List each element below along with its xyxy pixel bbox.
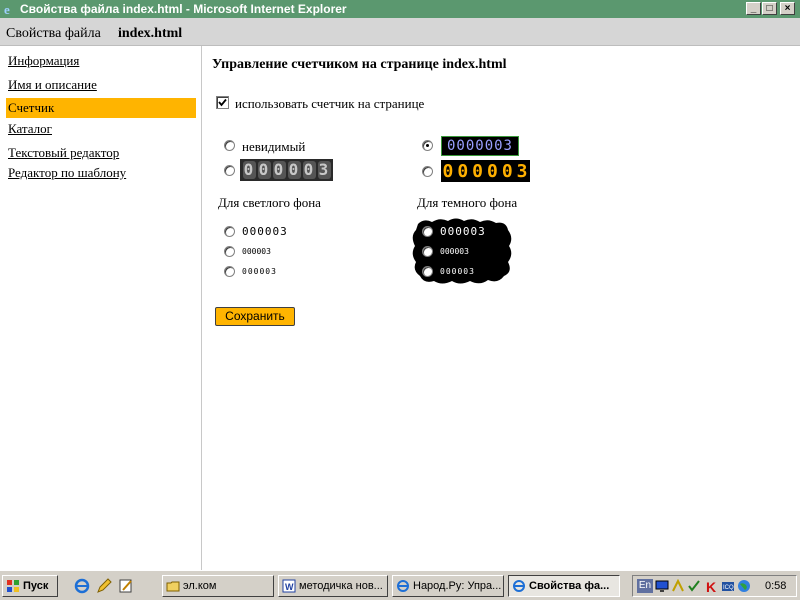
counter-gray-preview: 000003 [240,159,333,181]
save-button[interactable]: Сохранить [215,307,295,326]
taskbar-button-properties[interactable]: Свойства фа... [508,575,620,597]
monitor-icon[interactable] [655,579,669,593]
page-title: Управление счетчиком на странице index.h… [212,57,507,72]
radio-blue-counter[interactable] [422,140,433,151]
sidebar-item-name-description[interactable]: Имя и описание [6,75,196,95]
svg-text:ICQ: ICQ [723,585,734,591]
radio-light-large[interactable] [224,226,235,237]
ie-icon [513,580,525,592]
taskbar-button-folder[interactable]: эл.ком [162,575,274,597]
digit: 3 [317,160,331,179]
digit: 0 [287,160,301,179]
ie-icon: e [4,2,10,16]
taskbar-button-word[interactable]: W методичка нов... [278,575,388,597]
sidebar-item-text-editor[interactable]: Текстовый редактор [6,143,196,163]
digit: 3 [516,160,529,182]
sidebar-item-label: Имя и описание [8,77,97,92]
digit: 0 [501,160,514,182]
pencil-icon[interactable] [96,578,112,594]
close-button[interactable]: × [780,2,795,15]
radio-dark-medium[interactable] [422,246,433,257]
counter-orange-preview: 000003 [441,160,530,182]
radio-light-small[interactable] [224,266,235,277]
window-title: Свойства файла index.html - Microsoft In… [20,2,347,16]
sidebar-item-label: Информация [8,53,80,68]
mini-counter-large: 000003 [242,225,288,238]
digit: 0 [257,160,271,179]
radio-orange-counter[interactable] [422,166,433,177]
digit: 0 [472,160,484,182]
sidebar-item-label: Счетчик [8,100,55,115]
minimize-button[interactable]: _ [746,2,761,15]
digit: 0 [442,160,455,182]
sidebar-item-label: Текстовый редактор [8,145,120,160]
start-button[interactable]: Пуск [2,575,58,597]
taskbar-button-narod[interactable]: Народ.Ру: Упра... [392,575,504,597]
sidebar-item-template-editor[interactable]: Редактор по шаблону [6,163,196,183]
mini-counter-dark-small: 000003 [440,267,475,276]
main-panel: Управление счетчиком на странице index.h… [202,46,800,570]
use-counter-label: использовать счетчик на странице [235,96,425,111]
ie-icon [397,580,409,592]
sidebar: Информация Имя и описание Счетчик Катало… [0,46,202,570]
check-icon[interactable] [687,579,701,593]
sidebar-item-catalog[interactable]: Каталог [6,119,196,139]
taskbar-button-label: Свойства фа... [529,580,610,592]
system-tray: En K ICQ 0:58 [632,575,797,597]
sidebar-item-info[interactable]: Информация [6,51,196,71]
dark-bg-label: Для темного фона [417,195,518,210]
radio-light-medium[interactable] [224,246,235,257]
digit: 0 [457,160,470,182]
radio-dark-large[interactable] [422,226,433,237]
word-icon: W [282,579,296,593]
mini-counter-dark-large: 000003 [440,225,486,238]
ie-icon[interactable] [74,578,90,594]
radio-dark-small[interactable] [422,266,433,277]
kaspersky-icon[interactable]: K [705,579,719,593]
taskbar-button-label: эл.ком [183,580,217,592]
sidebar-item-label: Редактор по шаблону [8,165,127,180]
digit: 0 [486,160,499,182]
taskbar-button-label: методичка нов... [299,580,383,592]
start-label: Пуск [23,580,49,592]
sidebar-item-label: Каталог [8,121,52,136]
sidebar-item-counter[interactable]: Счетчик [6,98,196,118]
radio-invisible[interactable] [224,140,235,151]
digit: 0 [242,160,256,179]
page-header: Свойства файла index.html [0,18,800,46]
window-titlebar[interactable]: e Свойства файла index.html - Microsoft … [0,0,800,18]
network-icon[interactable] [671,579,685,593]
clock: 0:58 [765,580,787,592]
language-indicator[interactable]: En [637,579,653,593]
svg-text:K: K [706,579,716,593]
folder-icon [166,581,180,592]
svg-text:e: e [4,2,10,16]
icq-lite-icon[interactable]: ICQ [721,579,735,593]
digit: 0 [302,160,316,179]
header-prefix: Свойства файла [6,26,101,41]
taskbar-button-label: Народ.Ру: Упра... [413,580,502,592]
globe-icon[interactable] [737,579,751,593]
svg-text:W: W [285,582,294,592]
light-bg-label: Для светлого фона [218,195,321,210]
checkmark-icon [218,98,227,107]
mini-counter-small: 000003 [242,267,277,276]
edit-page-icon[interactable] [118,578,134,594]
windows-logo-icon [7,580,19,592]
use-counter-checkbox[interactable] [216,96,229,109]
taskbar: Пуск эл.ком W методичка нов... Народ.Ру:… [0,570,800,600]
mini-counter-dark-medium: 000003 [440,247,469,256]
invisible-label: невидимый [242,139,306,154]
radio-gray-counter[interactable] [224,165,235,176]
mini-counter-medium: 000003 [242,247,271,256]
maximize-button[interactable]: □ [762,2,777,15]
header-filename: index.html [118,26,183,41]
digit: 0 [272,160,286,179]
counter-blue-preview: 0000003 [441,136,519,156]
